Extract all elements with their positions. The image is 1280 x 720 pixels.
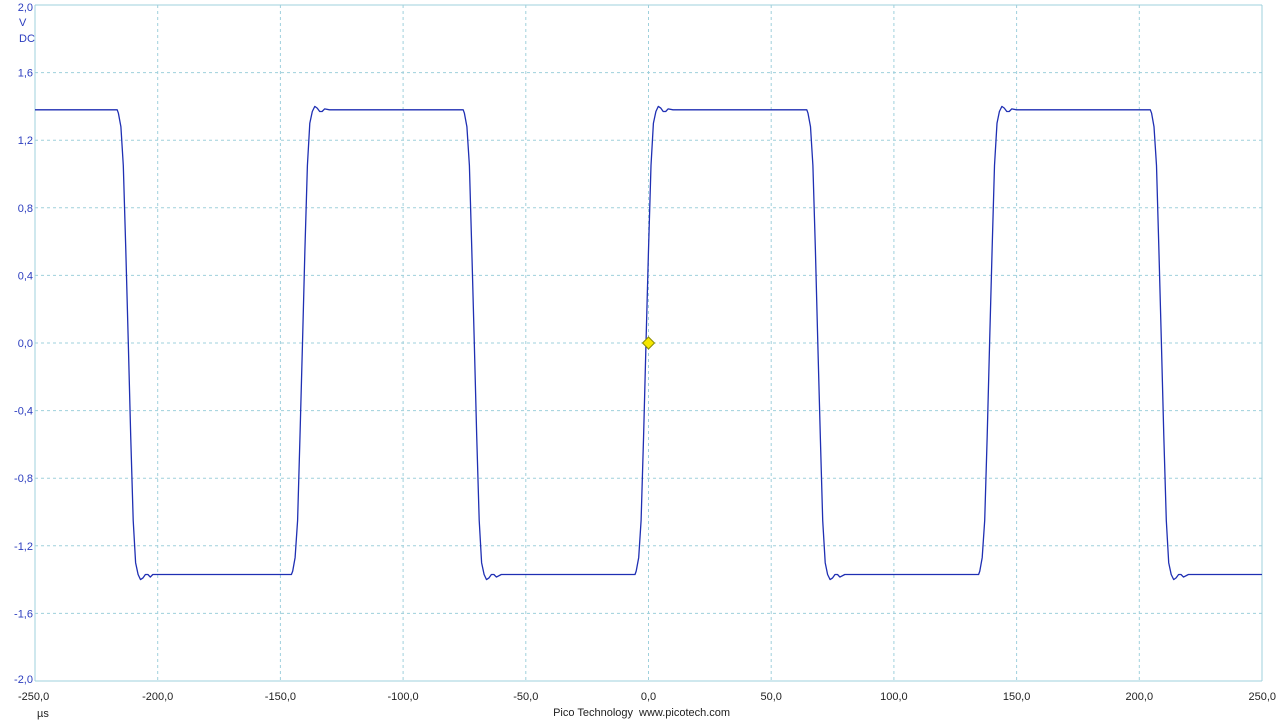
y-tick-label: 1,2 (18, 135, 33, 147)
y-tick-label: 2,0 (18, 2, 33, 14)
x-tick-label: 200,0 (1126, 691, 1154, 703)
x-tick-label: 150,0 (1003, 691, 1031, 703)
x-tick-label: -250,0 (18, 691, 49, 703)
y-axis-unit-label: V (19, 17, 27, 29)
plot-background (0, 0, 1280, 720)
vendor-label: Pico Technology (553, 707, 633, 719)
x-tick-label: -100,0 (387, 691, 418, 703)
y-tick-label: 0,0 (18, 338, 33, 350)
x-tick-label: -150,0 (265, 691, 296, 703)
x-tick-label: -200,0 (142, 691, 173, 703)
y-tick-label: 1,6 (18, 68, 33, 80)
y-tick-label: 0,8 (18, 203, 33, 215)
x-tick-label: 50,0 (760, 691, 781, 703)
y-tick-label: -2,0 (14, 674, 33, 686)
x-axis-unit-label: µs (37, 708, 49, 720)
x-tick-label: -50,0 (513, 691, 538, 703)
y-tick-label: -0,4 (14, 406, 33, 418)
y-tick-label: 0,4 (18, 270, 33, 282)
y-tick-label: -0,8 (14, 473, 33, 485)
oscilloscope-plot: 2,0 1,6 1,2 0,8 0,4 0,0 -0,4 -0,8 -1,2 -1,6 -2,0 -… (0, 0, 1280, 720)
website-link[interactable]: www.picotech.com (638, 707, 730, 719)
y-tick-label: -1,2 (14, 541, 33, 553)
y-tick-label: -1,6 (14, 608, 33, 620)
x-tick-label: 100,0 (880, 691, 908, 703)
x-tick-label: 0,0 (641, 691, 656, 703)
x-tick-label: 250,0 (1248, 691, 1276, 703)
coupling-label: DC (19, 33, 35, 45)
